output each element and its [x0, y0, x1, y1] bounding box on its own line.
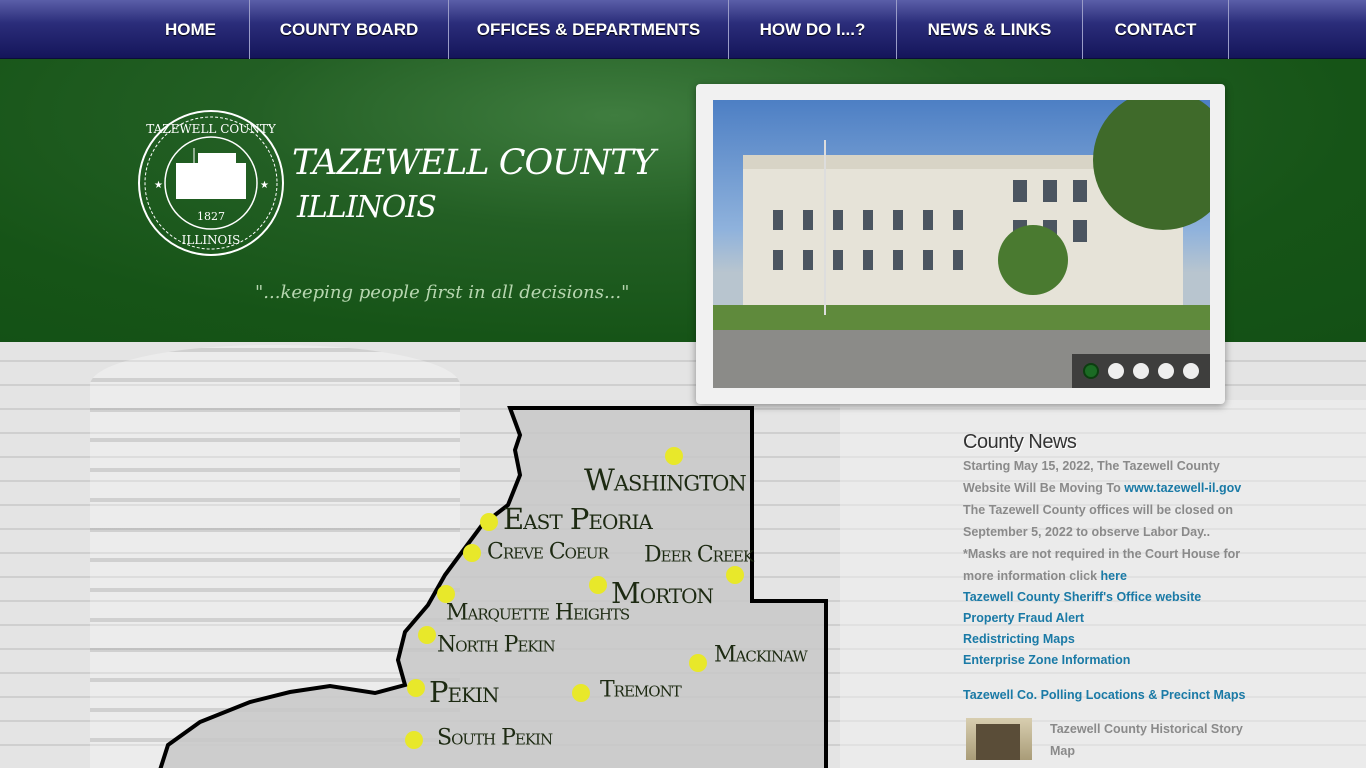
- svg-text:★: ★: [154, 180, 163, 191]
- town-label[interactable]: North Pekin: [437, 633, 556, 658]
- town-dot[interactable]: [418, 626, 436, 644]
- nav-offices-departments[interactable]: OFFICES & DEPARTMENTS: [449, 0, 729, 59]
- town-label[interactable]: South Pekin: [437, 726, 553, 751]
- town-label[interactable]: Pekin: [429, 675, 499, 709]
- nav-how-do-i[interactable]: HOW DO I...?: [729, 0, 897, 59]
- slider-dot-4[interactable]: [1158, 363, 1175, 379]
- county-map[interactable]: Washington East Peoria Creve Coeur Deer Cre…: [0, 400, 840, 768]
- town-label[interactable]: Deer Creek: [644, 543, 754, 568]
- town-label[interactable]: Mackinaw: [714, 643, 808, 668]
- site-title: TAZEWELL COUNTY: [292, 143, 656, 183]
- news-title: County News: [963, 431, 1077, 453]
- slider-dot-2[interactable]: [1107, 363, 1124, 379]
- svg-text:ILLINOIS: ILLINOIS: [182, 233, 241, 247]
- polling-locations-link[interactable]: Tazewell Co. Polling Locations & Precinc…: [963, 684, 1253, 706]
- historical-story-map[interactable]: Tazewell County Historical Story Map: [963, 718, 1253, 762]
- svg-text:1827: 1827: [197, 210, 225, 223]
- news-item-masks: *Masks are not required in the Court Hou…: [963, 543, 1253, 587]
- svg-text:TAZEWELL COUNTY: TAZEWELL COUNTY: [146, 122, 277, 136]
- town-dot[interactable]: [689, 654, 707, 672]
- enterprise-zone-link[interactable]: Enterprise Zone Information: [963, 650, 1253, 671]
- news-item-website: Starting May 15, 2022, The Tazewell Coun…: [963, 455, 1253, 499]
- town-label[interactable]: Marquette Heights: [446, 601, 630, 626]
- slider-dot-5[interactable]: [1183, 363, 1200, 379]
- nav-county-board[interactable]: COUNTY BOARD: [250, 0, 449, 59]
- town-dot[interactable]: [480, 513, 498, 531]
- town-dot[interactable]: [726, 566, 744, 584]
- town-label[interactable]: Creve Coeur: [487, 540, 609, 565]
- masks-link[interactable]: here: [1101, 569, 1127, 583]
- sheriff-link[interactable]: Tazewell County Sheriff's Office website: [963, 587, 1253, 608]
- town-dot[interactable]: [572, 684, 590, 702]
- site-subtitle: ILLINOIS: [297, 190, 437, 225]
- redistricting-link[interactable]: Redistricting Maps: [963, 629, 1253, 650]
- county-outline: [158, 406, 828, 768]
- town-label[interactable]: East Peoria: [503, 502, 653, 536]
- news-item-labor-day: The Tazewell County offices will be clos…: [963, 503, 1233, 539]
- town-dot[interactable]: [589, 576, 607, 594]
- website-link[interactable]: www.tazewell-il.gov: [1124, 481, 1241, 495]
- courthouse-photo: [713, 100, 1210, 388]
- nav-news-links[interactable]: NEWS & LINKS: [897, 0, 1083, 59]
- historical-thumbnail[interactable]: [966, 718, 1032, 760]
- slider-dot-1[interactable]: [1082, 363, 1099, 379]
- historical-link[interactable]: Tazewell County Historical Story Map: [1050, 718, 1245, 762]
- main-nav: HOME COUNTY BOARD OFFICES & DEPARTMENTS …: [0, 0, 1366, 59]
- nav-home[interactable]: HOME: [132, 0, 250, 59]
- svg-text:★: ★: [260, 180, 269, 191]
- image-slider: [696, 84, 1225, 404]
- town-label[interactable]: Tremont: [600, 678, 682, 703]
- county-news: County News Starting May 15, 2022, The T…: [963, 430, 1253, 762]
- town-label[interactable]: Washington: [584, 464, 747, 499]
- motto: "...keeping people first in all decision…: [255, 282, 630, 303]
- town-dot[interactable]: [407, 679, 425, 697]
- town-dot[interactable]: [463, 544, 481, 562]
- town-dot[interactable]: [405, 731, 423, 749]
- county-seal-logo[interactable]: 1827 TAZEWELL COUNTY ILLINOIS ★ ★: [136, 108, 286, 258]
- slider-dot-3[interactable]: [1132, 363, 1149, 379]
- town-dot[interactable]: [665, 447, 683, 465]
- nav-contact[interactable]: CONTACT: [1083, 0, 1229, 59]
- slider-pagination: [1072, 354, 1210, 388]
- property-fraud-link[interactable]: Property Fraud Alert: [963, 608, 1253, 629]
